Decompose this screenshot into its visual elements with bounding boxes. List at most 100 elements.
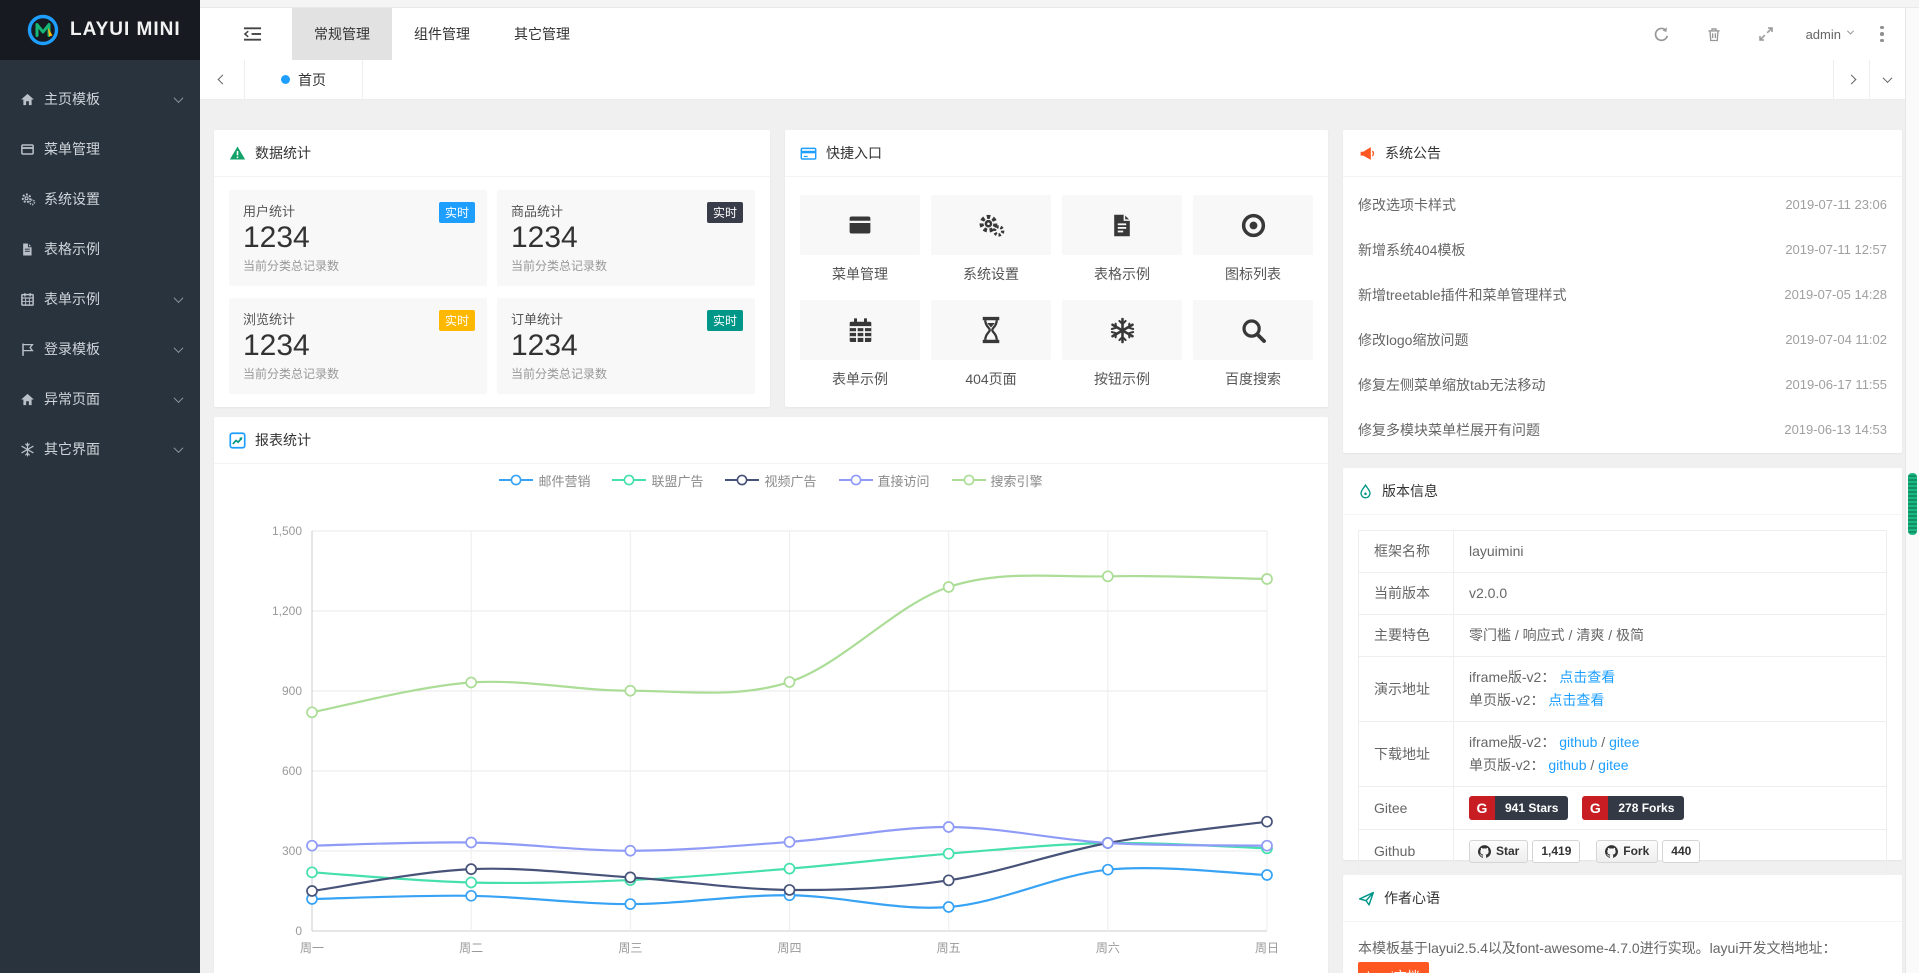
- stat-view-count[interactable]: 浏览统计 1234 当前分类总记录数 实时: [229, 298, 487, 394]
- paper-plane-icon: [1358, 890, 1375, 907]
- page-scrollbar-track[interactable]: [1905, 8, 1919, 973]
- download-github-link[interactable]: github: [1559, 734, 1597, 750]
- quick-menu-management[interactable]: 菜单管理: [800, 195, 920, 284]
- download-github-link[interactable]: github: [1548, 757, 1586, 773]
- current-version: v2.0.0: [1454, 573, 1887, 615]
- author-message: 本模板基于layui2.5.4以及font-awesome-4.7.0进行实现。…: [1343, 922, 1902, 973]
- refresh-icon[interactable]: [1636, 8, 1688, 60]
- table-row: 主要特色 零门槛 / 响应式 / 清爽 / 极简: [1359, 615, 1887, 657]
- svg-text:周一: 周一: [300, 941, 324, 955]
- collapse-sidebar-icon[interactable]: [222, 8, 282, 60]
- legend-marker-icon: [499, 474, 533, 486]
- quick-table-examples[interactable]: 表格示例: [1062, 195, 1182, 284]
- sidebar-item-other-pages[interactable]: 其它界面: [0, 424, 200, 474]
- snowflake-icon: [20, 442, 44, 457]
- download-links: iframe版-v2： github / gitee 单页版-v2： githu…: [1454, 722, 1887, 787]
- stat-product-count[interactable]: 商品统计 1234 当前分类总记录数 实时: [497, 190, 755, 286]
- more-options-icon[interactable]: [1867, 8, 1897, 60]
- author-line-1: 本模板基于layui2.5.4以及font-awesome-4.7.0进行实现。…: [1358, 935, 1887, 962]
- github-star-count[interactable]: 1,419: [1532, 840, 1580, 863]
- announcement-item[interactable]: 修改选项卡样式 2019-07-11 23:06: [1358, 182, 1887, 227]
- header-tab-components[interactable]: 组件管理: [392, 8, 492, 60]
- sidebar-item-error-pages[interactable]: 异常页面: [0, 374, 200, 424]
- tab-home[interactable]: 首页: [245, 60, 363, 99]
- chevron-left-icon: [217, 75, 227, 85]
- table-row: Gitee G941 StarsG278 Forks: [1359, 787, 1887, 830]
- page-scrollbar-thumb[interactable]: [1908, 473, 1917, 535]
- quick-404-page[interactable]: 404页面: [931, 300, 1051, 389]
- clear-cache-trash-icon[interactable]: [1688, 8, 1740, 60]
- header-tab-general[interactable]: 常规管理: [292, 8, 392, 60]
- sidebar-item-home-template[interactable]: 主页模板: [0, 74, 200, 124]
- legend-item[interactable]: 邮件营销: [499, 471, 590, 490]
- card-header: 报表统计: [214, 417, 1328, 464]
- tab-operations-dropdown-button[interactable]: [1869, 60, 1905, 99]
- github-mark-icon: [1478, 845, 1491, 858]
- home-icon: [20, 92, 44, 107]
- announcement-list: 修改选项卡样式 2019-07-11 23:06 新增系统404模板 2019-…: [1343, 177, 1902, 457]
- gitee-forks-badge[interactable]: G278 Forks: [1582, 796, 1684, 820]
- chevron-down-icon: [174, 293, 184, 303]
- legend-item[interactable]: 视频广告: [725, 471, 816, 490]
- sidebar-item-table-examples[interactable]: 表格示例: [0, 224, 200, 274]
- tab-scroll-right-button[interactable]: [1833, 60, 1869, 99]
- main-features: 零门槛 / 响应式 / 清爽 / 极简: [1454, 615, 1887, 657]
- download-gitee-link[interactable]: gitee: [1598, 757, 1628, 773]
- github-badges: Star 1,419 Fork 440: [1454, 830, 1887, 873]
- svg-text:0: 0: [295, 924, 302, 938]
- announcement-item[interactable]: 修改logo缩放问题 2019-07-04 11:02: [1358, 317, 1887, 362]
- announcement-item[interactable]: 新增系统404模板 2019-07-11 12:57: [1358, 227, 1887, 272]
- sidebar-item-form-examples[interactable]: 表单示例: [0, 274, 200, 324]
- demo-spa-link[interactable]: 点击查看: [1548, 692, 1604, 708]
- header-tab-other[interactable]: 其它管理: [492, 8, 592, 60]
- quick-button-examples[interactable]: 按钮示例: [1062, 300, 1182, 389]
- chevron-down-icon: [174, 93, 184, 103]
- user-menu[interactable]: admin: [1792, 27, 1867, 42]
- legend-marker-icon: [725, 474, 759, 486]
- report-chart-svg: 03006009001,2001,500周一周二周三周四周五周六周日: [229, 496, 1313, 973]
- demo-iframe-link[interactable]: 点击查看: [1559, 669, 1615, 685]
- svg-text:1,500: 1,500: [272, 524, 302, 538]
- logo-bar[interactable]: LAYUI MINI: [0, 0, 200, 60]
- svg-text:600: 600: [282, 764, 302, 778]
- announcement-item[interactable]: 修复多模块菜单栏展开有问题 2019-06-13 14:53: [1358, 407, 1887, 452]
- gitee-logo-icon: G: [1582, 796, 1608, 820]
- github-fork-count[interactable]: 440: [1662, 840, 1700, 863]
- tabbar-right-controls: [1833, 60, 1905, 99]
- tab-scroll-left-button[interactable]: [200, 60, 245, 99]
- announcement-item[interactable]: 修复左侧菜单缩放tab无法移动 2019-06-17 11:55: [1358, 362, 1887, 407]
- github-fork-button[interactable]: Fork: [1596, 840, 1658, 863]
- gitee-stars-badge[interactable]: G941 Stars: [1469, 796, 1568, 820]
- quick-form-examples[interactable]: 表单示例: [800, 300, 920, 389]
- report-chart[interactable]: 03006009001,2001,500周一周二周三周四周五周六周日: [214, 496, 1328, 973]
- card-title: 版本信息: [1382, 481, 1438, 501]
- sidebar-item-system-settings[interactable]: 系统设置: [0, 174, 200, 224]
- legend-item[interactable]: 直接访问: [839, 471, 930, 490]
- hourglass-icon: [931, 300, 1051, 360]
- stat-order-count[interactable]: 订单统计 1234 当前分类总记录数 实时: [497, 298, 755, 394]
- page-tabbar: 首页: [200, 60, 1905, 100]
- layui-doc-badge[interactable]: layui文档: [1358, 962, 1429, 973]
- legend-item[interactable]: 联盟广告: [612, 471, 703, 490]
- status-badge: 实时: [439, 310, 475, 331]
- quick-system-settings[interactable]: 系统设置: [931, 195, 1051, 284]
- quick-icon-list[interactable]: 图标列表: [1193, 195, 1313, 284]
- download-gitee-link[interactable]: gitee: [1609, 734, 1639, 750]
- sidebar-item-login-template[interactable]: 登录模板: [0, 324, 200, 374]
- username: admin: [1806, 27, 1841, 42]
- credit-card-icon: [800, 145, 817, 162]
- fullscreen-icon[interactable]: [1740, 8, 1792, 60]
- sidebar-item-menu-management[interactable]: 菜单管理: [0, 124, 200, 174]
- card-title: 数据统计: [255, 143, 311, 163]
- flag-icon: [20, 342, 44, 357]
- dot-circle-icon: [1193, 195, 1313, 255]
- stat-user-count[interactable]: 用户统计 1234 当前分类总记录数 实时: [229, 190, 487, 286]
- quick-baidu-search[interactable]: 百度搜索: [1193, 300, 1313, 389]
- legend-item[interactable]: 搜索引擎: [952, 471, 1043, 490]
- top-header: 常规管理 组件管理 其它管理 admin: [200, 8, 1905, 60]
- sidebar-menu: 主页模板 菜单管理 系统设置 表格示例 表单示例 登录模板 异常页面: [0, 60, 200, 474]
- announcement-item[interactable]: 新增treetable插件和菜单管理样式 2019-07-05 14:28: [1358, 272, 1887, 317]
- github-star-button[interactable]: Star: [1469, 840, 1528, 863]
- calendar-icon: [20, 292, 44, 307]
- chart-legend: 邮件营销 联盟广告 视频广告 直接访问 搜索引擎: [214, 464, 1328, 496]
